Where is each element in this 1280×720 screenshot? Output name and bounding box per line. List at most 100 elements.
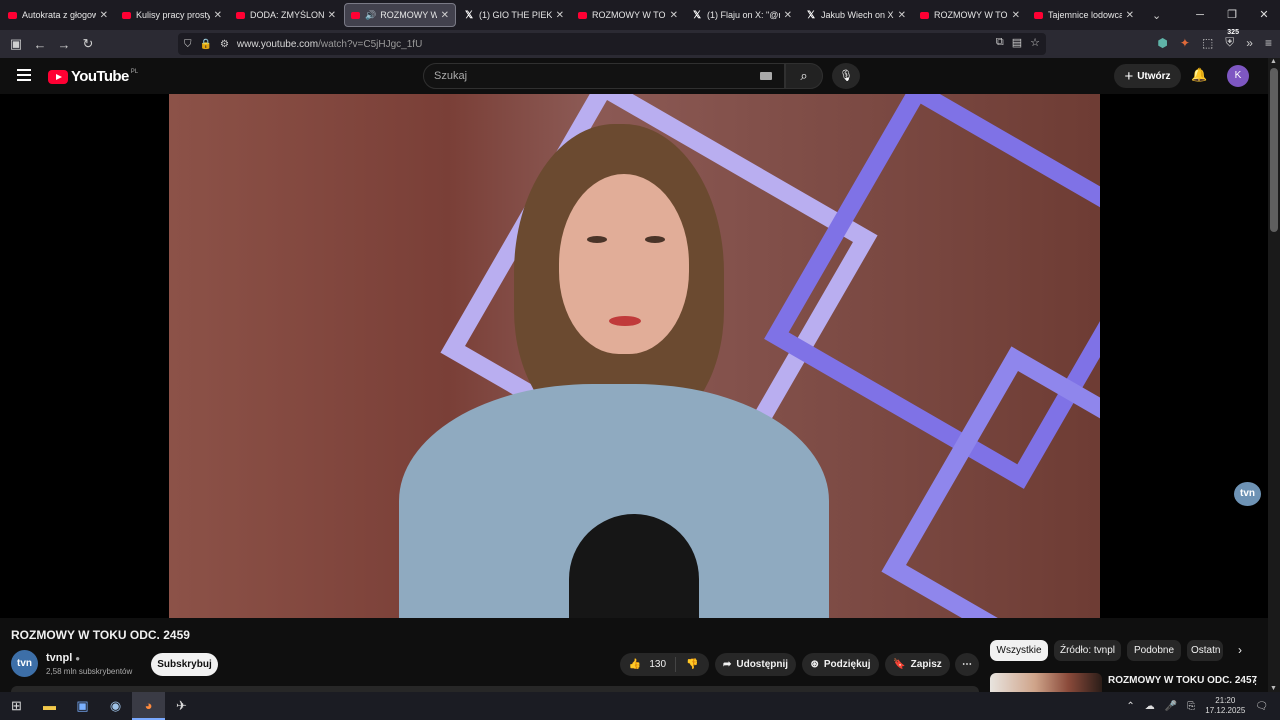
- plus-icon: +: [1124, 67, 1134, 85]
- close-window-icon[interactable]: ✕: [1248, 0, 1280, 30]
- browser-tab[interactable]: Tajemnice lodowca - ✕: [1028, 3, 1140, 27]
- video-frame[interactable]: [169, 94, 1100, 618]
- file-explorer-icon[interactable]: ▬: [33, 692, 66, 720]
- browser-tab[interactable]: ROZMOWY W TOKU✕: [914, 3, 1026, 27]
- app-icon[interactable]: ✈: [165, 692, 198, 720]
- steam-icon[interactable]: ◉: [99, 692, 132, 720]
- onedrive-cloud-icon[interactable]: ☁: [1145, 701, 1155, 712]
- microphone-icon[interactable]: 🎤: [1165, 701, 1177, 712]
- youtube-logo[interactable]: YouTube PL: [48, 68, 138, 85]
- reader-view-icon[interactable]: ▤: [1012, 36, 1022, 49]
- browser-tab[interactable]: ROZMOWY W TOKU✕: [572, 3, 684, 27]
- extensions-puzzle-icon[interactable]: ⬚: [1202, 36, 1213, 50]
- save-button[interactable]: 🔖 Zapisz: [885, 653, 950, 676]
- extension-icon[interactable]: ✦: [1180, 36, 1190, 50]
- recommended-thumbnail[interactable]: [990, 673, 1102, 692]
- browser-tab-active[interactable]: 🔊ROZMOWY W TO✕: [344, 3, 456, 27]
- ublock-icon[interactable]: ⛨ 325: [1225, 29, 1239, 50]
- dislike-button[interactable]: 👎: [676, 659, 709, 670]
- channel-avatar[interactable]: tvn: [11, 650, 38, 677]
- browser-tab[interactable]: Autokrata z głogowsk✕: [2, 3, 114, 27]
- search-input[interactable]: Szukaj: [423, 63, 785, 89]
- vpn-shield-icon[interactable]: ⬢: [1157, 36, 1167, 50]
- chip-recent[interactable]: Ostatn: [1187, 640, 1223, 661]
- account-avatar[interactable]: K: [1227, 65, 1249, 87]
- scroll-up-icon[interactable]: ▲: [1270, 58, 1277, 65]
- minimize-icon[interactable]: ─: [1184, 0, 1216, 30]
- permissions-icon[interactable]: ⚙: [220, 39, 229, 50]
- close-tab-icon[interactable]: ✕: [328, 10, 336, 21]
- chip-source[interactable]: Źródło: tvnpl: [1054, 640, 1121, 661]
- remote-desktop-icon[interactable]: ▣: [66, 692, 99, 720]
- lock-icon[interactable]: 🔒: [200, 39, 212, 50]
- close-tab-icon[interactable]: ✕: [1012, 10, 1020, 21]
- recommended-video[interactable]: ROZMOWY W TOKU ODC. 2457 ⋮: [990, 673, 1268, 692]
- close-tab-icon[interactable]: ✕: [100, 10, 108, 21]
- guide-menu-icon[interactable]: [17, 69, 31, 81]
- chip-all[interactable]: Wszystkie: [990, 640, 1048, 661]
- close-tab-icon[interactable]: ✕: [441, 10, 449, 21]
- more-actions-button[interactable]: ⋯: [955, 653, 979, 676]
- network-icon[interactable]: ⎘: [1187, 701, 1195, 712]
- close-tab-icon[interactable]: ✕: [1126, 10, 1134, 21]
- picture-in-picture-icon[interactable]: ⧉: [996, 36, 1004, 49]
- firefox-icon[interactable]: ◕: [132, 692, 165, 720]
- channel-watermark[interactable]: tvn: [1234, 482, 1261, 506]
- video-subject: [369, 114, 859, 618]
- recommended-title[interactable]: ROZMOWY W TOKU ODC. 2457: [1108, 675, 1257, 686]
- search-button[interactable]: ⌕: [785, 63, 823, 89]
- keyboard-icon[interactable]: [760, 72, 772, 80]
- youtube-icon: [8, 11, 17, 19]
- browser-tab[interactable]: DODA: ZMYŚLONE ZW✕: [230, 3, 342, 27]
- browser-tab[interactable]: Kulisy pracy prostytu✕: [116, 3, 228, 27]
- windows-start-icon[interactable]: ⊞: [0, 692, 33, 720]
- youtube-icon: [122, 11, 131, 19]
- chevron-right-icon[interactable]: ›: [1238, 643, 1242, 657]
- shield-icon[interactable]: ⛉: [184, 39, 192, 50]
- sidebar-toggle-icon[interactable]: ▣: [4, 36, 28, 52]
- video-player[interactable]: [0, 94, 1268, 618]
- forward-arrow-icon[interactable]: →: [52, 37, 76, 52]
- overflow-chevron-icon[interactable]: »: [1246, 36, 1253, 50]
- list-all-tabs-chevron-icon[interactable]: ⌄: [1152, 9, 1161, 22]
- taskbar-clock[interactable]: 21:20 17.12.2025: [1205, 696, 1245, 716]
- close-tab-icon[interactable]: ✕: [556, 10, 564, 21]
- like-button[interactable]: 👍 130: [620, 657, 676, 672]
- youtube-icon: [236, 11, 245, 19]
- browser-tab[interactable]: 𝕏(1) GIO THE PIEKIELN✕: [458, 3, 570, 27]
- url-text[interactable]: www.youtube.com/watch?v=C5jHJgc_1fU: [237, 39, 422, 50]
- create-button[interactable]: + Utwórz: [1114, 64, 1181, 88]
- verified-check-icon: ●: [75, 654, 81, 663]
- reload-icon[interactable]: ↻: [76, 36, 100, 52]
- back-arrow-icon[interactable]: ←: [28, 37, 52, 52]
- voice-search-button[interactable]: 🎙: [832, 63, 860, 89]
- address-bar[interactable]: ⛉ 🔒 ⚙ www.youtube.com/watch?v=C5jHJgc_1f…: [178, 33, 1046, 55]
- subscribe-button[interactable]: Subskrybuj: [151, 653, 218, 676]
- chip-similar[interactable]: Podobne: [1127, 640, 1181, 661]
- speaker-icon[interactable]: 🔊: [365, 10, 376, 21]
- close-tab-icon[interactable]: ✕: [214, 10, 222, 21]
- bookmark-star-icon[interactable]: ☆: [1030, 36, 1040, 49]
- close-tab-icon[interactable]: ✕: [784, 10, 792, 21]
- scrollbar-thumb[interactable]: [1270, 68, 1278, 232]
- microphone-icon: 🎙: [839, 70, 853, 82]
- page-scrollbar[interactable]: ▲ ▼: [1268, 58, 1280, 692]
- menu-hamburger-icon[interactable]: ≡: [1265, 36, 1272, 50]
- share-arrow-icon: ➦: [722, 659, 732, 670]
- thumbs-up-icon: 👍: [628, 659, 642, 670]
- share-button[interactable]: ➦ Udostępnij: [715, 653, 796, 676]
- thanks-button[interactable]: ⊛ Podziękuj: [802, 653, 879, 676]
- channel-name[interactable]: tvnpl ●: [46, 652, 80, 664]
- browser-tab[interactable]: 𝕏Jakub Wiech on X: "Z✕: [800, 3, 912, 27]
- scroll-down-icon[interactable]: ▼: [1270, 685, 1277, 692]
- close-tab-icon[interactable]: ✕: [898, 10, 906, 21]
- notifications-bell-icon[interactable]: 🔔: [1191, 67, 1207, 83]
- restore-icon[interactable]: ❐: [1216, 0, 1248, 30]
- kebab-menu-icon[interactable]: ⋮: [1250, 674, 1261, 687]
- browser-tab[interactable]: 𝕏(1) Flaju on X: "@mar✕: [686, 3, 798, 27]
- tray-overflow-chevron-icon[interactable]: ⌃: [1126, 701, 1134, 712]
- close-tab-icon[interactable]: ✕: [670, 10, 678, 21]
- notifications-icon[interactable]: 🗨: [1255, 701, 1268, 712]
- youtube-play-icon: [48, 69, 68, 84]
- youtube-icon: [1034, 11, 1043, 19]
